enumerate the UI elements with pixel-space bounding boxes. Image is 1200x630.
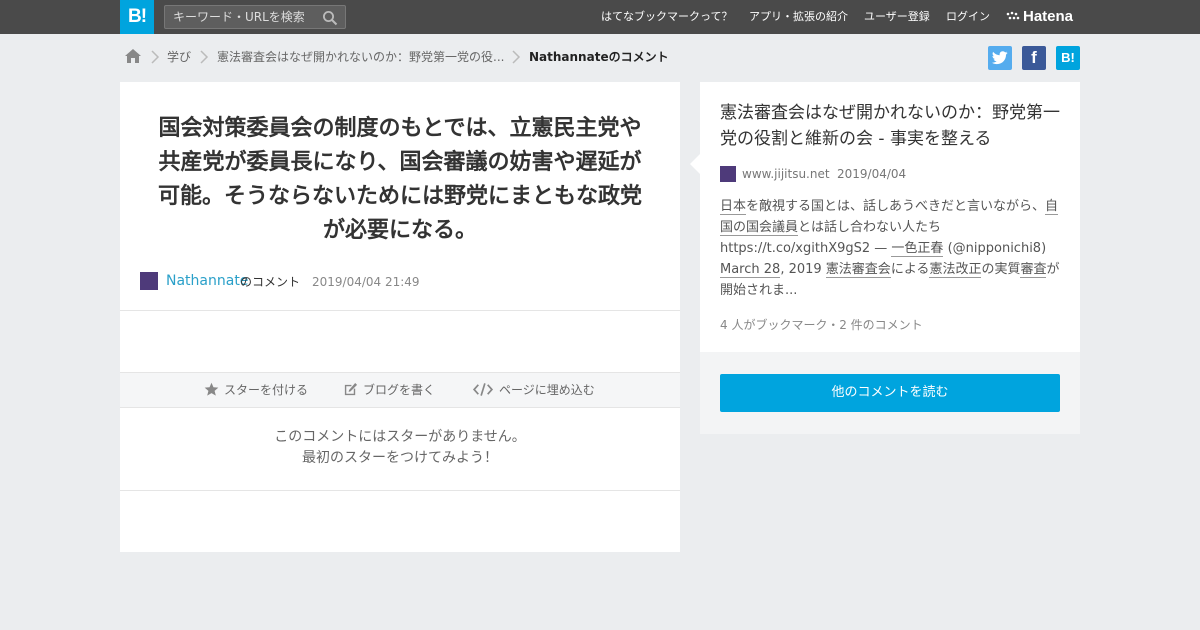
entry-card-pointer [690,154,700,174]
site-favicon [720,166,736,182]
nav-register[interactable]: ユーザー登録 [864,0,930,34]
embed-page-label: ページに埋め込む [499,383,595,397]
read-other-comments-button[interactable]: 他のコメントを読む [720,374,1060,412]
summary-text: を敵視する国とは、話しあうべきだと言いながら、 [746,199,1046,214]
search-icon[interactable] [322,10,338,26]
global-header: B! キーワード・URLを検索 はてなブックマークって？ アプリ・拡張の紹介 ユ… [0,0,1200,34]
entry-title-link[interactable]: 憲法審査会はなぜ開かれないのか：野党第一党の役割と維新の会 - 事実を整える [720,100,1064,152]
entry-date: 2019/04/04 [837,167,907,181]
summary-text: (@nipponichi8) [943,241,1047,256]
home-icon[interactable] [124,47,142,65]
search-placeholder: キーワード・URLを検索 [173,10,305,24]
no-star-line-1: このコメントにはスターがありません。 [274,429,526,445]
hatena-bookmark-logo[interactable]: B! [120,0,154,34]
add-star-button[interactable]: スターを付ける [204,373,314,407]
search-input[interactable]: キーワード・URLを検索 [164,5,346,29]
summary-text: , 2019 [780,262,826,277]
comment-user-link[interactable]: Nathannate [166,271,248,291]
hatena-bookmark-share-button[interactable]: B! [1056,46,1080,70]
divider [120,310,680,311]
star-icon [204,382,219,396]
keyword-link[interactable]: 憲法審査会 [825,262,891,278]
nav-about[interactable]: はてなブックマークって？ [601,0,732,34]
entry-host-link[interactable]: www.jijitsu.net [742,166,830,182]
write-blog-label: ブログを書く [363,383,436,397]
twitter-icon [992,51,1008,65]
entry-card-footer: 他のコメントを読む [700,352,1080,434]
comment-action-bar: スターを付ける ブログを書く ページに埋め込む [120,372,680,408]
twitter-share-button[interactable] [988,46,1012,70]
write-blog-button[interactable]: ブログを書く [343,373,443,407]
keyword-link[interactable]: 憲法改正 [929,262,982,278]
nav-apps[interactable]: アプリ・拡張の紹介 [749,0,848,34]
keyword-link[interactable]: 審査 [1020,262,1047,278]
breadcrumb-entry[interactable]: 憲法審査会はなぜ開かれないのか：野党第一党の役... [217,45,504,69]
entry-stats[interactable]: 4 人がブックマーク・2 件のコメント [720,316,923,333]
entry-summary: 日本を敵視する国とは、話しあうべきだと言いながら、自国の国会議員とは話し合わない… [720,196,1060,301]
breadcrumb-category[interactable]: 学び [167,45,191,69]
embed-page-button[interactable]: ページに埋め込む [472,373,602,407]
chevron-right-icon [151,50,160,64]
comment-date[interactable]: 2019/04/04 21:49 [312,272,420,292]
avatar[interactable] [140,272,158,290]
keyword-link[interactable]: March 28 [720,262,781,278]
entry-card: 憲法審査会はなぜ開かれないのか：野党第一党の役割と維新の会 - 事実を整える w… [690,82,1080,352]
comment-user-suffix: のコメント [240,275,301,289]
hatena-brand-text: Hatena [1023,8,1074,25]
breadcrumb-current: Nathannateのコメント [529,50,669,64]
hatena-brand-link[interactable]: Hatena [1006,0,1073,34]
chevron-right-icon [200,50,209,64]
hatena-dots-icon [1006,11,1020,20]
keyword-link[interactable]: 日本 [720,199,747,215]
chevron-right-icon [512,50,521,64]
comment-card: 国会対策委員会の制度のもとでは、立憲民主党や共産党が委員長になり、国会審議の妨害… [120,82,680,552]
summary-text: の実質 [981,262,1021,277]
edit-icon [344,382,358,396]
divider [120,490,680,491]
comment-text: 国会対策委員会の制度のもとでは、立憲民主党や共産党が委員長になり、国会審議の妨害… [157,116,642,243]
facebook-share-button[interactable]: f [1022,46,1046,70]
no-star-message: このコメントにはスターがありません。 最初のスターをつけてみよう！ [120,427,680,469]
no-star-line-2: 最初のスターをつけてみよう！ [302,450,498,466]
summary-text: による [890,262,930,277]
nav-login[interactable]: ログイン [946,0,990,34]
add-star-label: スターを付ける [224,383,309,397]
keyword-link[interactable]: 一色正春 [891,241,944,257]
code-icon [472,383,494,396]
